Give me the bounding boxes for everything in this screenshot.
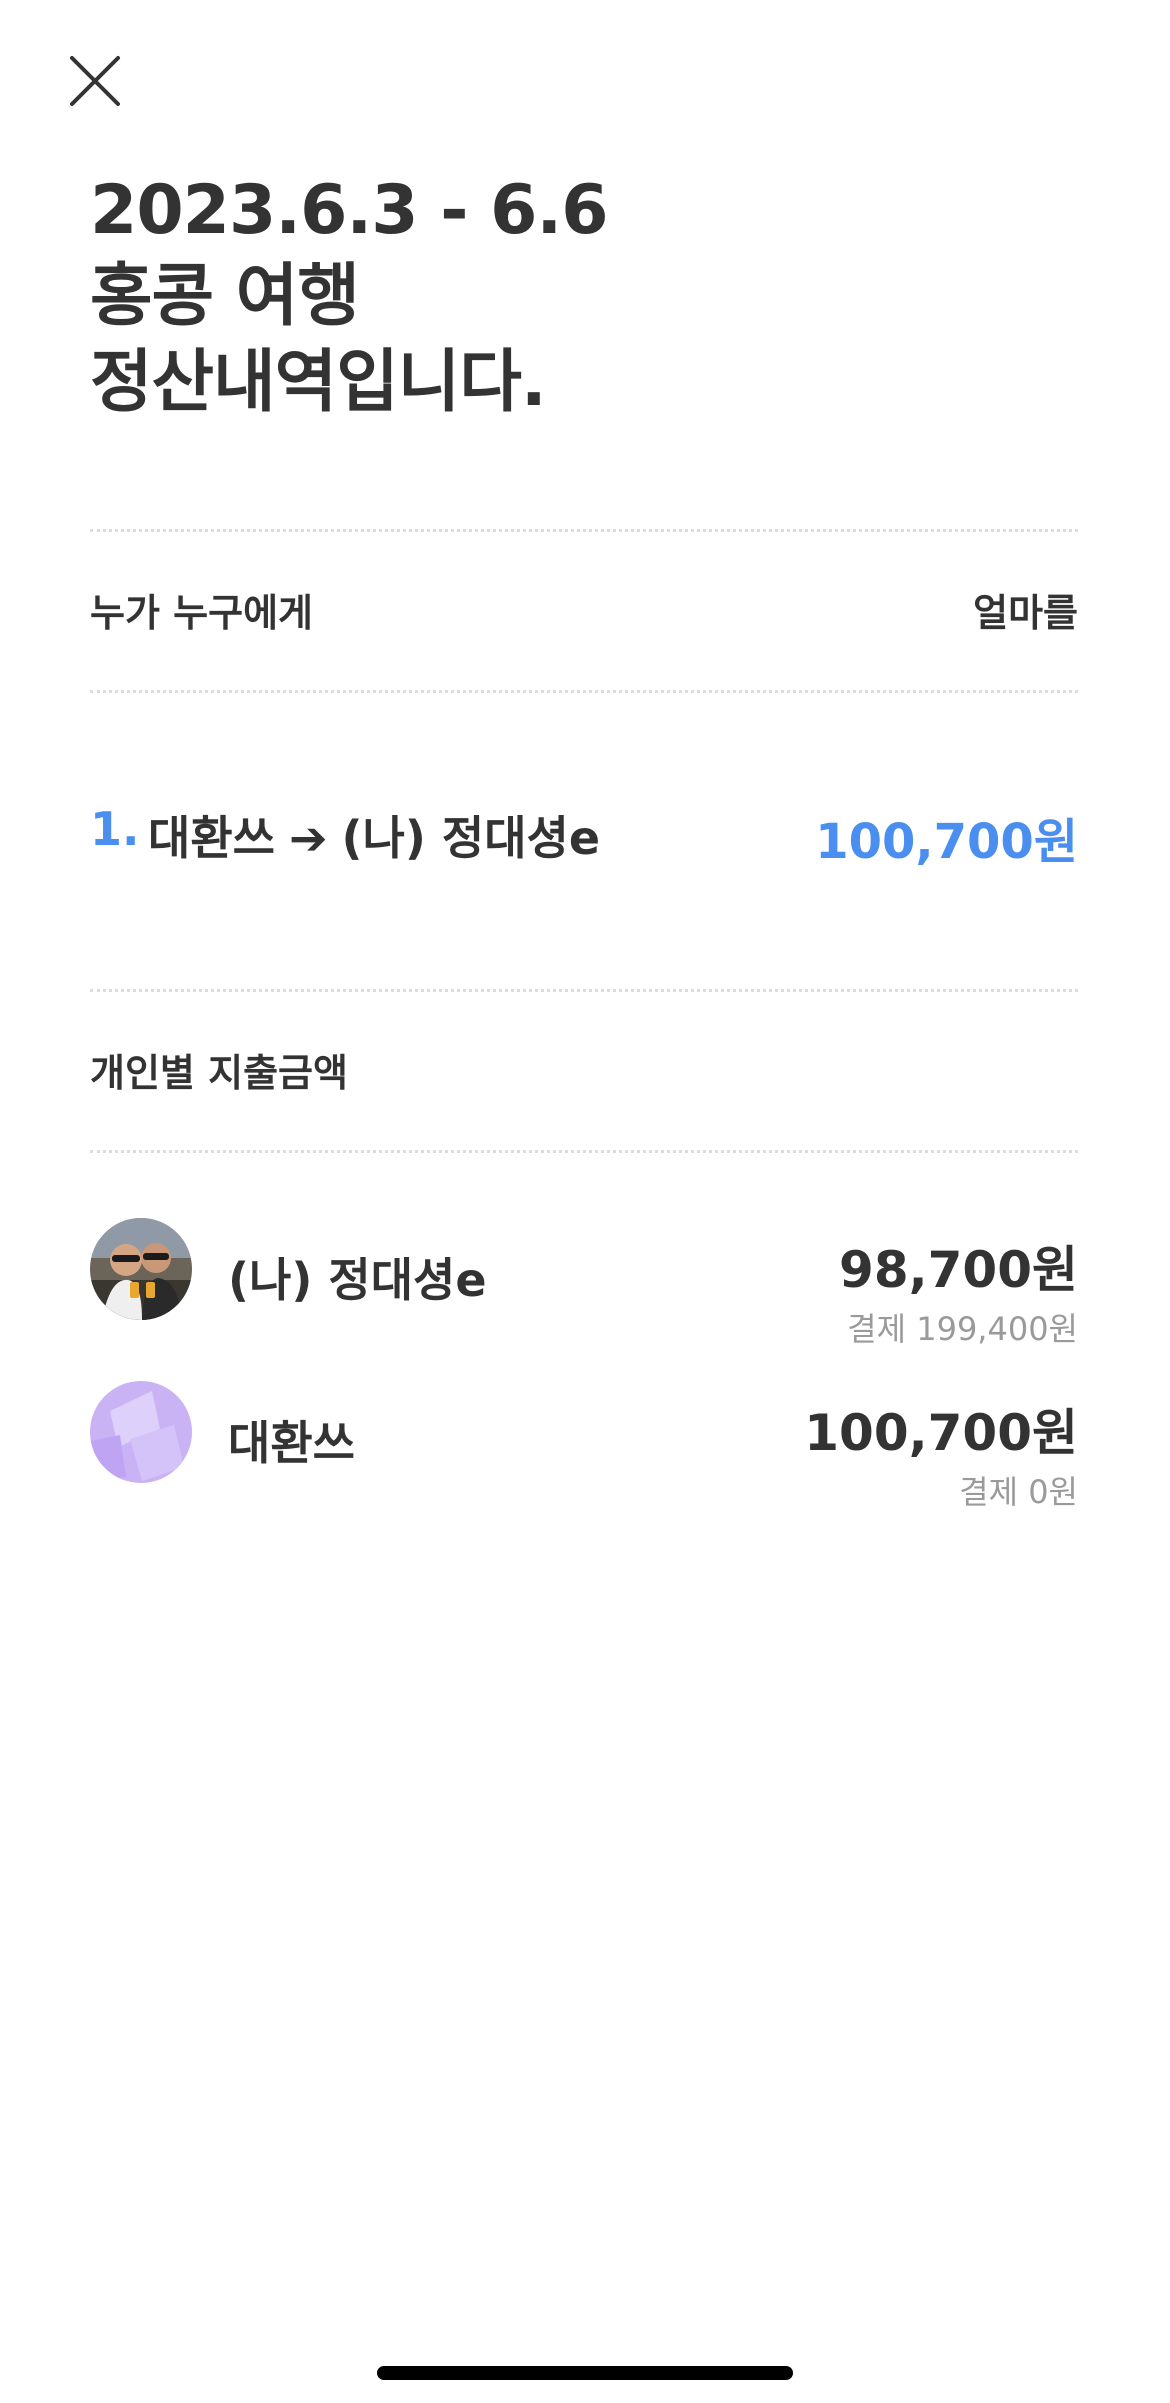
close-icon bbox=[70, 56, 120, 106]
person-paid-amount: 결제 199,400원 bbox=[847, 1310, 1078, 1348]
divider bbox=[90, 989, 1078, 992]
divider bbox=[90, 529, 1078, 532]
person-spend-amount: 98,700원 bbox=[839, 1241, 1078, 1299]
settlement-amount: 100,700원 bbox=[815, 814, 1078, 870]
avatar bbox=[90, 1218, 192, 1320]
page-title: 2023.6.3 - 6.6 홍콩 여행 정산내역입니다. bbox=[90, 168, 609, 426]
default-avatar-icon bbox=[90, 1381, 192, 1483]
column-label-amount: 얼마를 bbox=[973, 591, 1078, 635]
person-paid-amount: 결제 0원 bbox=[959, 1473, 1078, 1511]
avatar bbox=[90, 1381, 192, 1483]
individual-section-title: 개인별 지출금액 bbox=[90, 1051, 348, 1095]
settlement-number: 1. bbox=[90, 802, 140, 856]
divider bbox=[90, 690, 1078, 693]
person-name: 대환쓰 bbox=[228, 1416, 355, 1470]
title-date-range: 2023.6.3 - 6.6 bbox=[90, 171, 609, 250]
divider bbox=[90, 1150, 1078, 1153]
photo-avatar-icon bbox=[90, 1218, 192, 1320]
settlement-transfer: 대환쓰 ➔ (나) 정대셩e bbox=[148, 802, 600, 868]
person-spend-amount: 100,700원 bbox=[804, 1404, 1078, 1462]
home-indicator bbox=[377, 2366, 793, 2380]
arrow-right-icon: ➔ bbox=[288, 811, 328, 865]
person-row[interactable]: (나) 정대셩e 98,700원 결제 199,400원 bbox=[90, 1218, 1078, 1348]
title-subtitle: 정산내역입니다. bbox=[90, 343, 547, 422]
settlement-to: (나) 정대셩e bbox=[341, 811, 601, 865]
close-button[interactable] bbox=[66, 52, 124, 110]
title-trip-name: 홍콩 여행 bbox=[90, 257, 360, 336]
settlement-from: 대환쓰 bbox=[148, 811, 275, 865]
column-label-who: 누가 누구에게 bbox=[90, 591, 313, 635]
person-name: (나) 정대셩e bbox=[228, 1253, 487, 1307]
settlement-row: 1. 대환쓰 ➔ (나) 정대셩e 100,700원 bbox=[90, 802, 1078, 870]
person-row[interactable]: 대환쓰 100,700원 결제 0원 bbox=[90, 1381, 1078, 1511]
